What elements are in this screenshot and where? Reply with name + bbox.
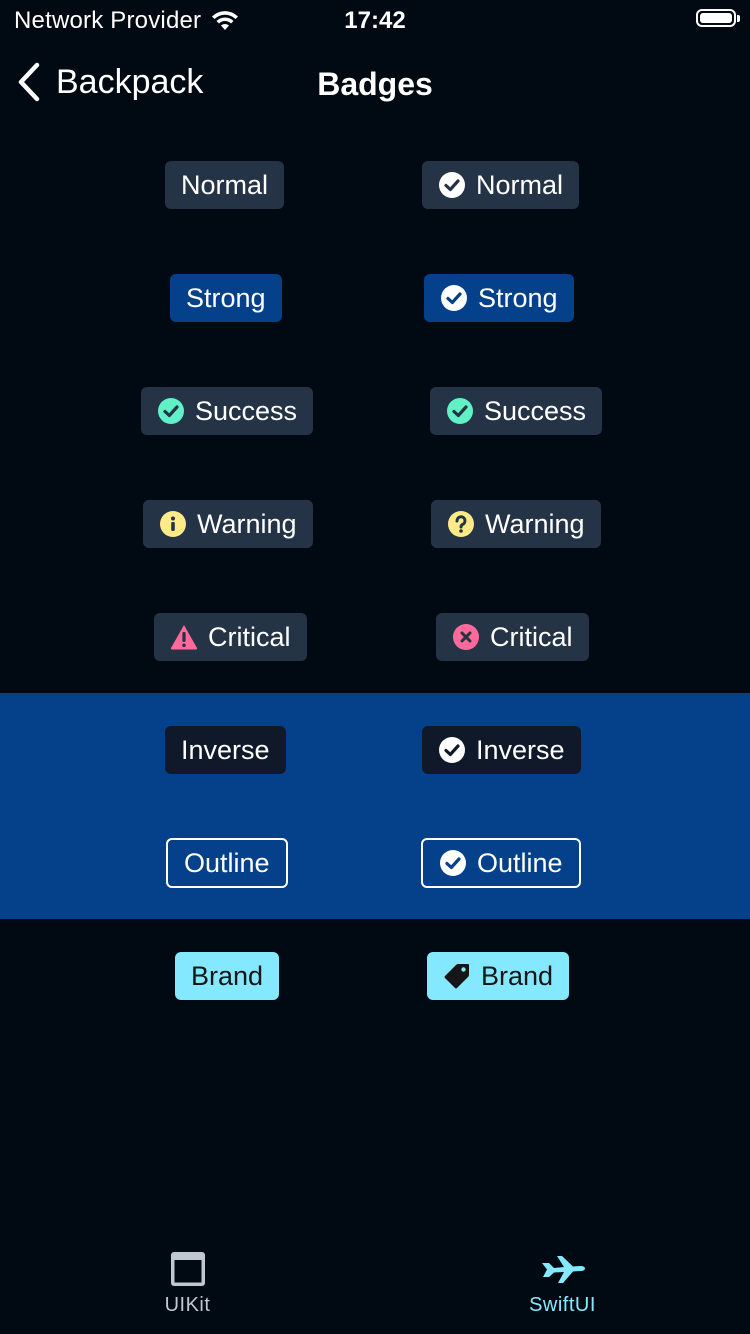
check-circle-icon — [439, 849, 467, 877]
tag-icon — [443, 962, 471, 990]
badge-label: Inverse — [476, 734, 565, 765]
badge-outline-with-icon: Outline — [421, 838, 581, 888]
tab-bar: UIKit SwiftUI — [0, 1240, 750, 1334]
tab-uikit[interactable]: UIKit — [0, 1250, 375, 1317]
tab-label: UIKit — [164, 1294, 211, 1316]
badge-normal-with-icon: Normal — [422, 161, 580, 209]
badge-success-with-icon: Success — [430, 387, 603, 435]
badge-label: Inverse — [181, 734, 270, 765]
badge-label: Outline — [184, 847, 270, 878]
close-circle-icon — [452, 623, 480, 651]
badge-label: Warning — [485, 508, 585, 539]
badge-label: Brand — [481, 960, 554, 991]
badge-label: Critical — [208, 621, 291, 652]
airplane-icon — [541, 1256, 585, 1283]
battery-icon — [696, 9, 740, 27]
badge-normal: Normal — [165, 161, 285, 209]
inverse-section-background — [0, 693, 750, 919]
badge-brand: Brand — [175, 952, 280, 1000]
badge-strong-with-icon: Strong — [424, 274, 574, 322]
badge-label: Critical — [490, 621, 573, 652]
badge-label: Strong — [478, 282, 558, 313]
info-circle-icon — [159, 510, 187, 538]
badge-inverse-with-icon: Inverse — [422, 726, 581, 774]
badge-label: Brand — [191, 960, 264, 991]
tab-label: SwiftUI — [529, 1294, 596, 1316]
badge-strong: Strong — [170, 274, 282, 322]
warning-triangle-icon — [170, 623, 198, 651]
badge-label: Success — [484, 395, 587, 426]
badge-critical-with-icon: Critical — [436, 613, 589, 661]
clock: 17:42 — [344, 7, 406, 34]
check-circle-icon — [157, 397, 185, 425]
badge-label: Normal — [476, 169, 564, 200]
badge-label: Normal — [181, 169, 269, 200]
check-circle-icon — [438, 736, 466, 764]
page-title: Badges — [317, 66, 433, 102]
badge-label: Warning — [197, 508, 297, 539]
badge-label: Success — [195, 395, 298, 426]
badge-success: Success — [141, 387, 314, 435]
badge-outline: Outline — [166, 838, 288, 888]
window-icon — [170, 1252, 205, 1286]
check-circle-icon — [438, 171, 466, 199]
check-circle-icon — [440, 284, 468, 312]
navigation-bar: Backpack Badges — [0, 44, 750, 124]
badge-label: Outline — [477, 847, 563, 878]
badge-label: Strong — [186, 282, 266, 313]
tab-swiftui[interactable]: SwiftUI — [375, 1250, 750, 1317]
badge-warning-with-icon: Warning — [431, 500, 601, 548]
help-circle-icon — [447, 510, 475, 538]
badge-brand-with-icon: Brand — [427, 952, 570, 1000]
badge-inverse: Inverse — [165, 726, 286, 774]
status-bar: Network Provider 17:42 — [0, 0, 750, 40]
check-circle-icon — [446, 397, 474, 425]
badge-critical: Critical — [154, 613, 307, 661]
badge-warning: Warning — [143, 500, 313, 548]
